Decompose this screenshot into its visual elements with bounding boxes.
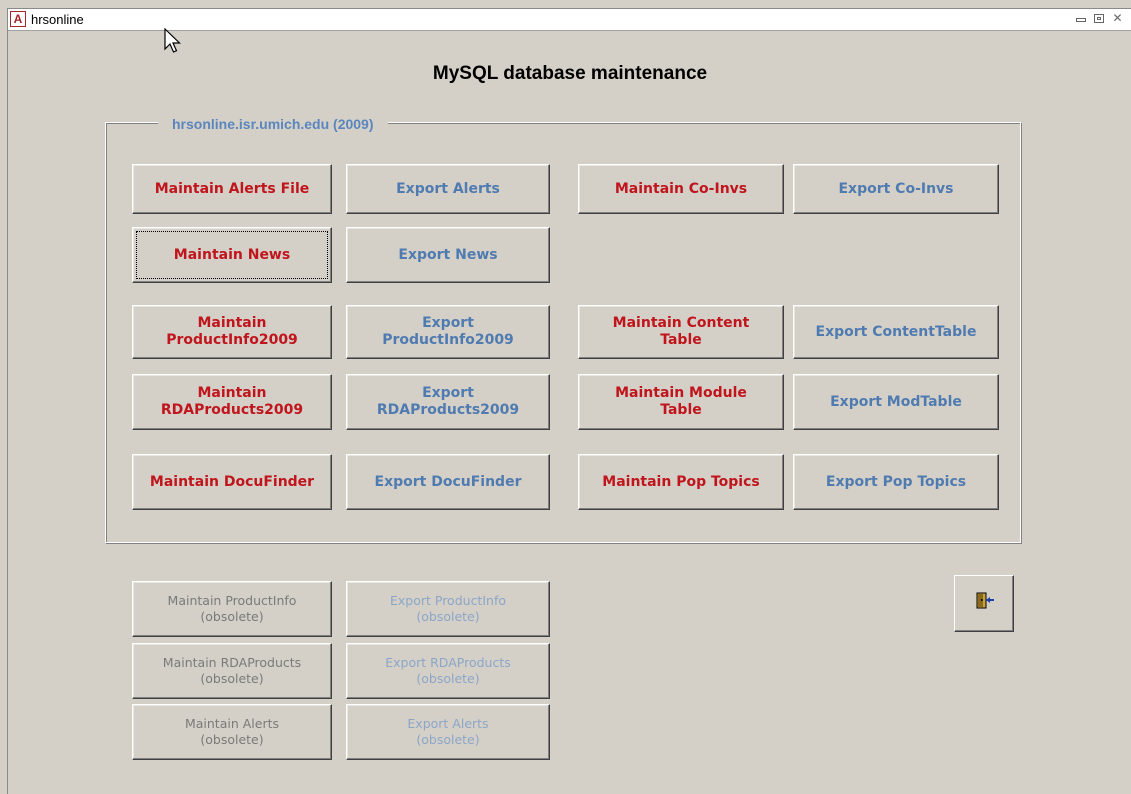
button-label: Maintain Co-Invs [614,180,748,197]
button-label: Export ContentTable [815,323,977,340]
maintain-rdaproducts2009-button[interactable]: Maintain RDAProducts2009 [132,374,332,430]
export-rdaproducts2009-button[interactable]: Export RDAProducts2009 [346,374,550,430]
minimize-icon[interactable] [1075,12,1088,25]
button-label: Export RDAProducts (obsolete) [385,655,511,686]
export-alerts-obsolete-button[interactable]: Export Alerts (obsolete) [346,704,550,760]
export-productinfo2009-button[interactable]: Export ProductInfo2009 [346,305,550,359]
button-label: Maintain Alerts File [154,180,310,197]
maintain-co-invs-button[interactable]: Maintain Co-Invs [578,164,784,214]
app-window: A hrsonline ✕ MySQL database maintenance… [7,8,1131,794]
page-title: MySQL database maintenance [432,63,708,84]
export-modtable-button[interactable]: Export ModTable [793,374,999,430]
button-label: Export Pop Topics [825,473,967,490]
button-label: Export ModTable [830,393,962,410]
button-label: Maintain Module Table [615,385,747,418]
maintain-docufinder-button[interactable]: Maintain DocuFinder [132,454,332,510]
export-co-invs-button[interactable]: Export Co-Invs [793,164,999,214]
button-label: Export News [398,246,498,263]
restore-icon[interactable] [1093,12,1106,25]
button-label: Maintain ProductInfo2009 [166,315,298,348]
button-label: Maintain Pop Topics [602,473,760,490]
exit-button[interactable] [954,575,1014,632]
button-label: Maintain ProductInfo (obsolete) [167,593,297,624]
export-contenttable-button[interactable]: Export ContentTable [793,305,999,359]
button-label: Export Co-Invs [838,180,954,197]
maintain-news-button[interactable]: Maintain News [132,227,332,283]
window-title: hrsonline [31,12,84,27]
button-label: Maintain RDAProducts2009 [160,385,304,418]
button-label: Export ProductInfo (obsolete) [389,593,506,624]
maintain-alerts-obsolete-button[interactable]: Maintain Alerts (obsolete) [132,704,332,760]
button-label: Export Alerts (obsolete) [407,716,489,747]
maintain-module-table-button[interactable]: Maintain Module Table [578,374,784,430]
button-label: Export Alerts [396,180,500,197]
button-label: Maintain DocuFinder [149,473,315,490]
group-label: hrsonline.isr.umich.edu (2009) [158,115,388,133]
access-app-icon: A [10,11,26,27]
mouse-cursor-icon [164,28,181,53]
button-label: Maintain Alerts (obsolete) [184,716,280,747]
export-rdaproducts-obsolete-button[interactable]: Export RDAProducts (obsolete) [346,643,550,699]
maintain-rdaproducts-obsolete-button[interactable]: Maintain RDAProducts (obsolete) [132,643,332,699]
exit-door-icon [976,592,994,609]
button-label: Export RDAProducts2009 [376,385,520,418]
button-label: Maintain RDAProducts (obsolete) [162,655,302,686]
button-label: Export ProductInfo2009 [382,315,514,348]
close-icon[interactable]: ✕ [1111,12,1124,25]
export-news-button[interactable]: Export News [346,227,550,283]
export-productinfo-obsolete-button[interactable]: Export ProductInfo (obsolete) [346,581,550,637]
button-label: Export DocuFinder [374,473,522,490]
button-label: Maintain Content Table [612,315,750,348]
maintain-productinfo2009-button[interactable]: Maintain ProductInfo2009 [132,305,332,359]
button-label: Maintain News [173,246,291,263]
maintain-pop-topics-button[interactable]: Maintain Pop Topics [578,454,784,510]
maintain-productinfo-obsolete-button[interactable]: Maintain ProductInfo (obsolete) [132,581,332,637]
maintain-content-table-button[interactable]: Maintain Content Table [578,305,784,359]
export-pop-topics-button[interactable]: Export Pop Topics [793,454,999,510]
export-docufinder-button[interactable]: Export DocuFinder [346,454,550,510]
maintain-alerts-file-button[interactable]: Maintain Alerts File [132,164,332,214]
export-alerts-button[interactable]: Export Alerts [346,164,550,214]
